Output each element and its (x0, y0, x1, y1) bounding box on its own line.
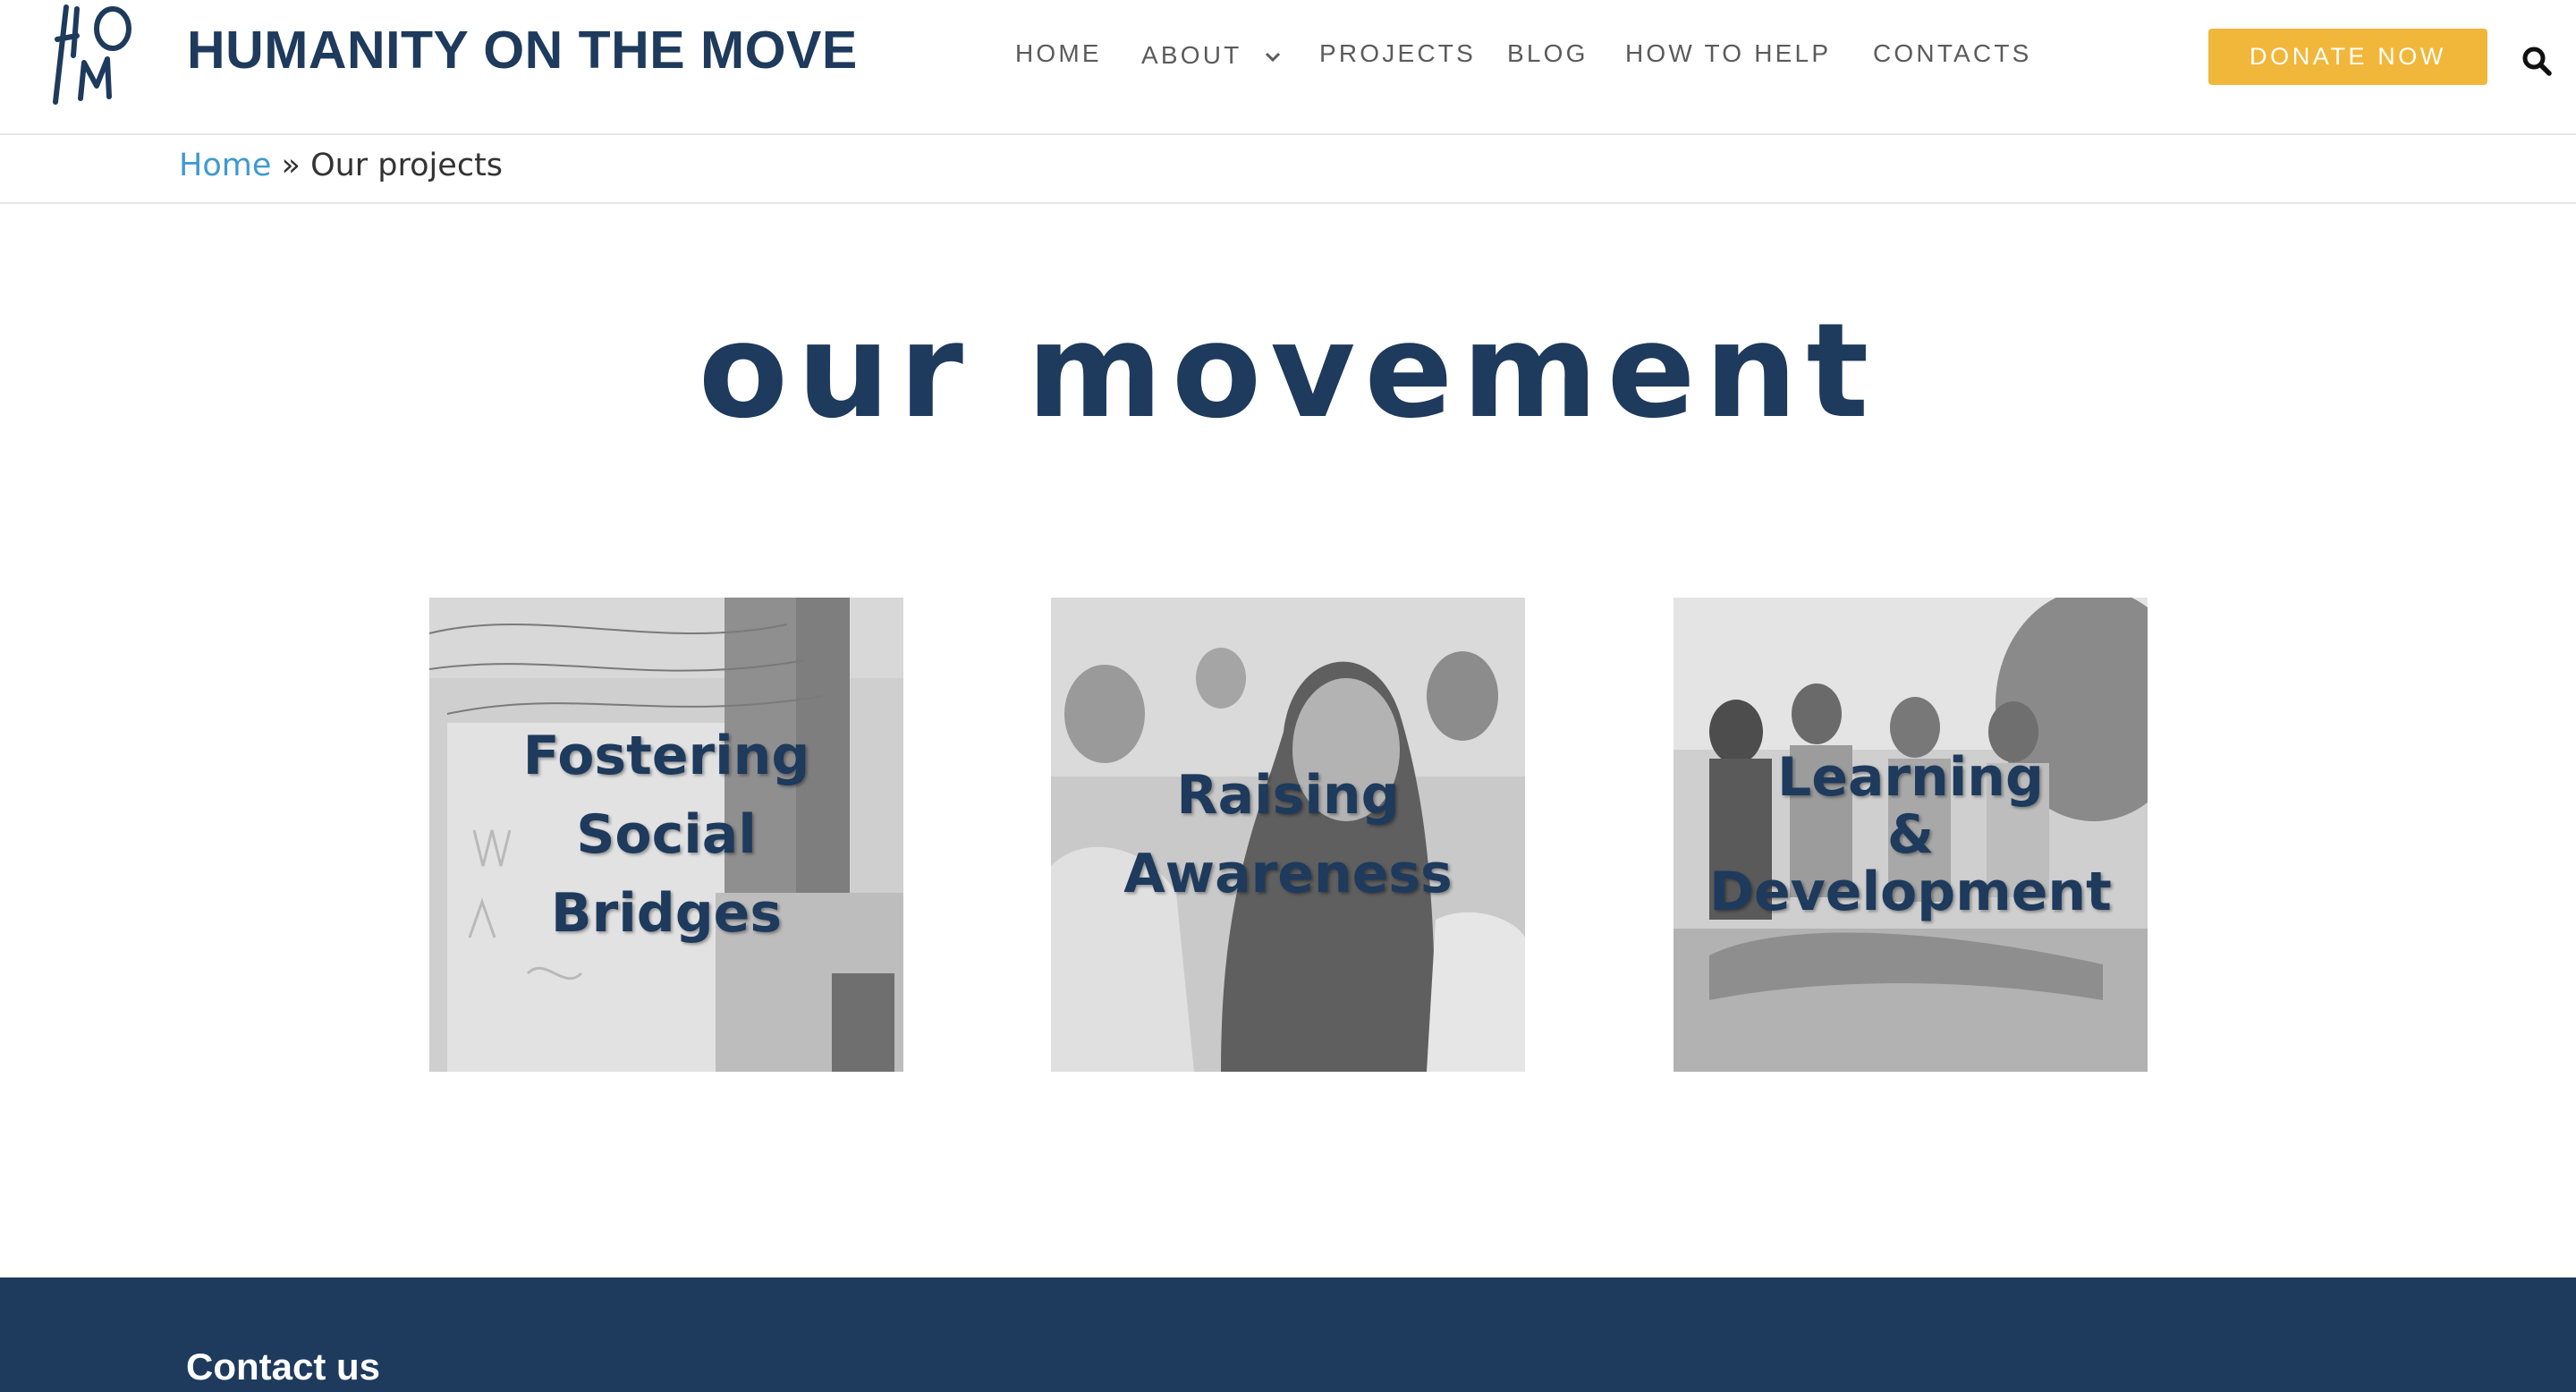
breadcrumb: Home » Our projects (0, 135, 2576, 204)
project-card-learning-development[interactable]: Learning & Development (1674, 598, 2148, 1072)
breadcrumb-current: Our projects (310, 148, 504, 183)
search-icon[interactable] (2521, 45, 2553, 77)
nav-blog-label: BLOG (1507, 39, 1589, 67)
nav-home-label: HOME (1015, 39, 1102, 67)
card-title-raising-awareness: Raising Awareness (1123, 764, 1453, 905)
nav-blog[interactable]: BLOG (1507, 39, 1589, 68)
donate-now-button[interactable]: DONATE NOW (2208, 29, 2487, 85)
site-footer: Contact us (0, 1277, 2576, 1392)
footer-contact-heading: Contact us (186, 1345, 381, 1388)
chevron-down-icon (1265, 52, 1280, 62)
nav-projects-label: PROJECTS (1319, 39, 1476, 67)
nav-how-to-help[interactable]: HOW TO HELP (1625, 39, 1831, 68)
nav-how-to-help-label: HOW TO HELP (1625, 39, 1832, 67)
card-title-learning-development: Learning & Development (1709, 746, 2112, 923)
nav-home[interactable]: HOME (1015, 39, 1102, 68)
main-nav: HOME ABOUT PROJECTS BLOG HOW TO HELP CON… (0, 39, 2576, 75)
nav-about[interactable]: ABOUT (1141, 41, 1282, 70)
breadcrumb-trail: Home » Our projects (179, 148, 503, 183)
nav-contacts[interactable]: CONTACTS (1873, 39, 2032, 68)
site-header: HUMANITY ON THE MOVE HOME ABOUT PROJECTS… (0, 0, 2576, 135)
nav-contacts-label: CONTACTS (1873, 39, 2032, 67)
project-card-raising-awareness[interactable]: Raising Awareness (1051, 598, 1525, 1072)
project-card-fostering-social-bridges[interactable]: Fostering Social Bridges (429, 598, 903, 1072)
nav-projects[interactable]: PROJECTS (1319, 39, 1476, 68)
nav-about-label: ABOUT (1141, 41, 1241, 69)
breadcrumb-separator: » (281, 148, 301, 183)
breadcrumb-home-link[interactable]: Home (179, 148, 271, 183)
card-title-fostering-social-bridges: Fostering Social Bridges (522, 725, 810, 945)
page-heading: our movement (698, 295, 1878, 447)
